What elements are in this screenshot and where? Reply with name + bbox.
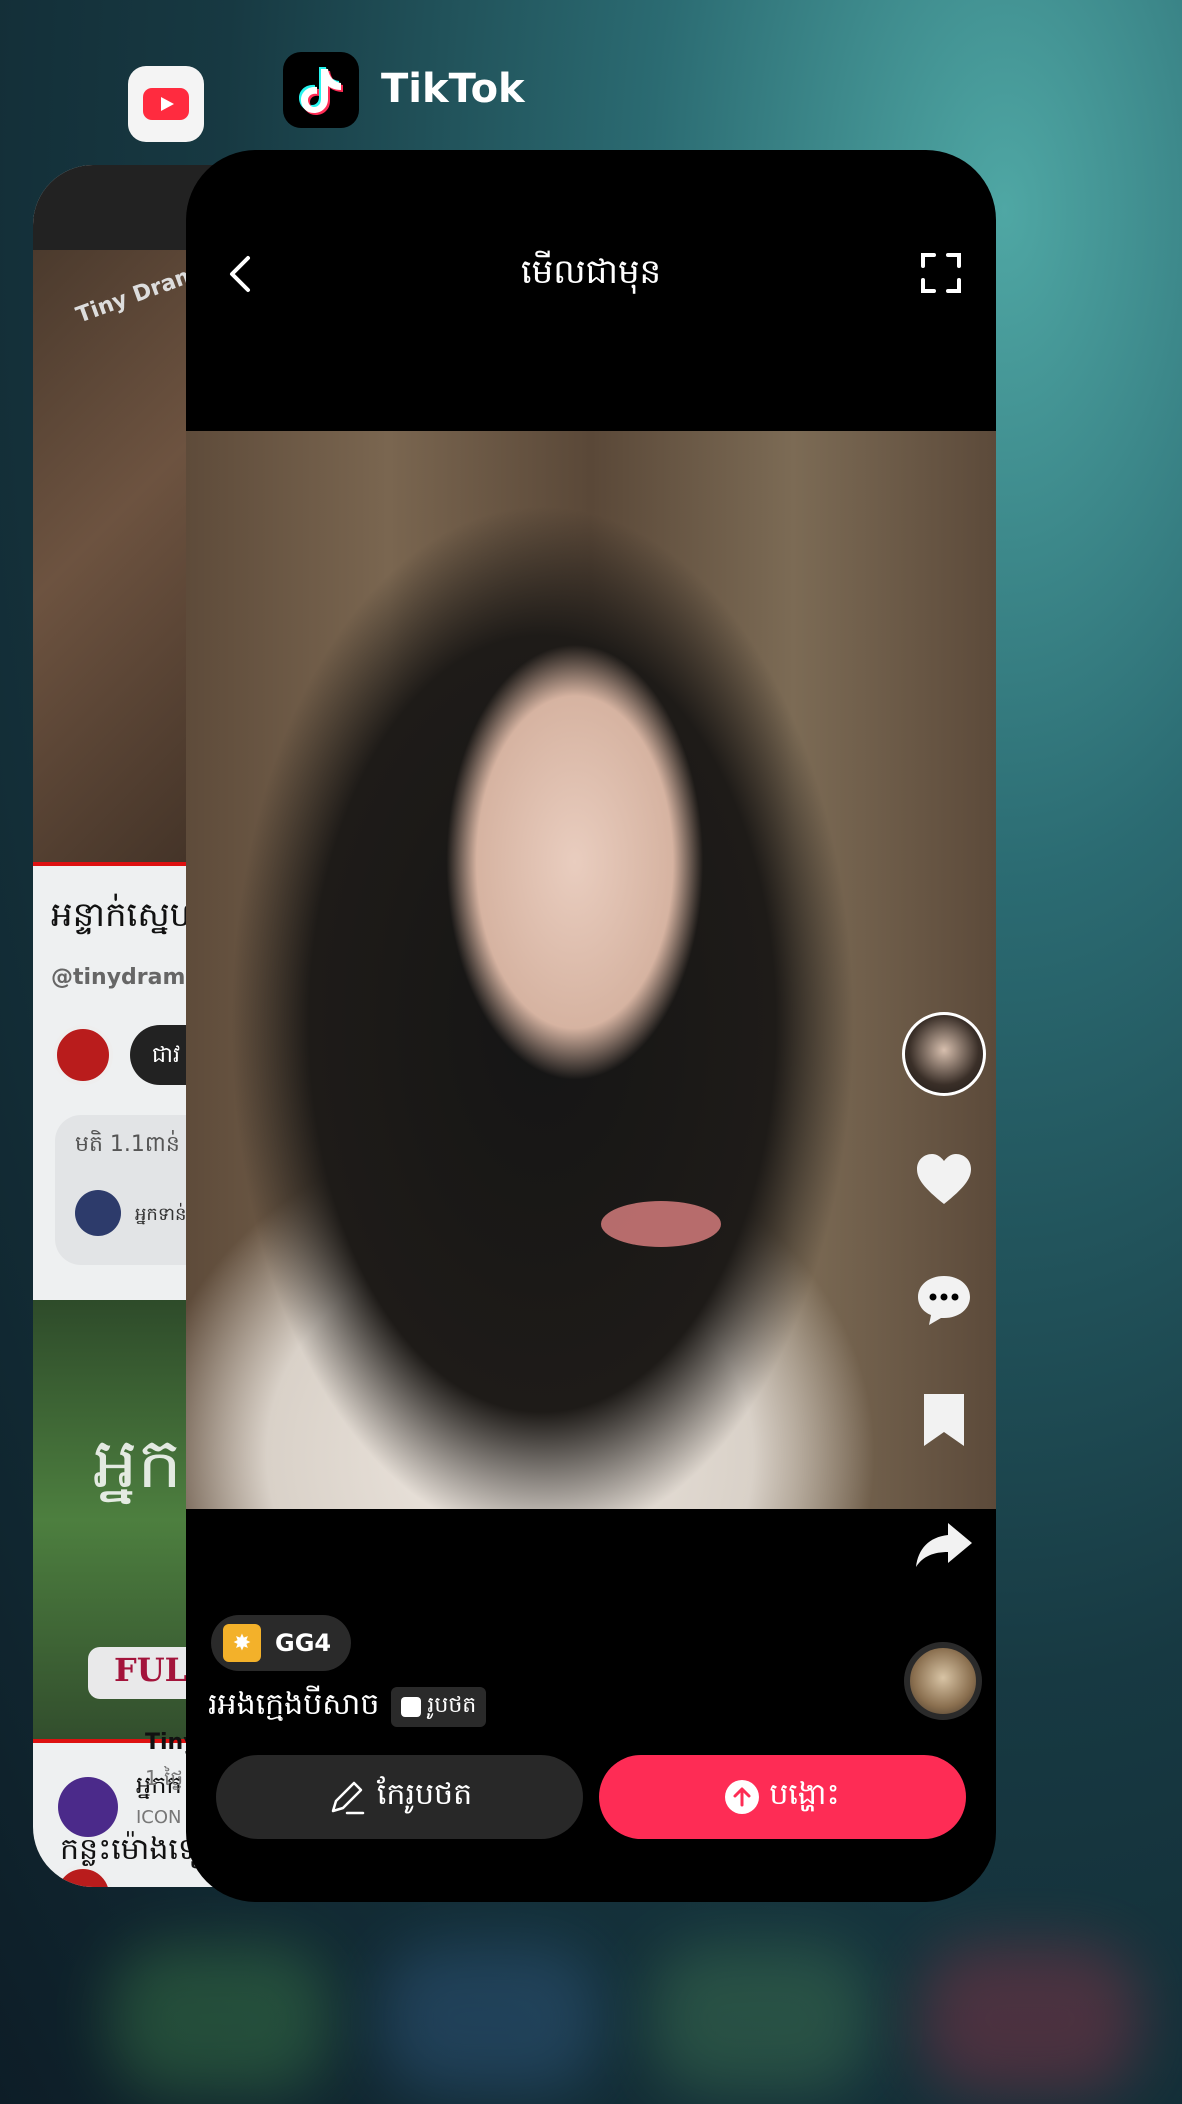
tiktok-app-card[interactable]: មើលជាមុន ✸ GG4 រអងក្មេងបីសាច រូបថត កែរូប… <box>186 150 996 1902</box>
dock-app-blur <box>650 1944 870 2094</box>
commenter-text: អ្នកទាន់ <box>135 1204 187 1225</box>
caption: រអងក្មេងបីសាច រូបថត <box>208 1685 487 1729</box>
commenter-avatar <box>75 1190 121 1236</box>
comment-icon[interactable] <box>914 1270 974 1330</box>
page-title: មើលជាមុន <box>520 252 662 292</box>
dock-blur <box>0 1884 1182 2104</box>
ad-channel-sub: ICON <box>136 1807 182 1828</box>
share-icon[interactable] <box>914 1515 974 1575</box>
dock-app-blur <box>920 1944 1140 2094</box>
sparkle-icon: ✸ <box>223 1624 261 1662</box>
next-video-title: កន្លះម៉ោងទៀ <box>60 1832 206 1867</box>
post-label: បង្ហោះ <box>769 1777 840 1812</box>
tiktok-icon[interactable] <box>283 52 359 128</box>
next-video-meta: 1 ថ្ងៃ <box>145 1766 184 1790</box>
pencil-icon <box>331 1781 365 1815</box>
preview-photo[interactable] <box>186 431 996 1509</box>
photo-icon <box>401 1697 422 1717</box>
bookmark-icon[interactable] <box>914 1390 974 1450</box>
fullscreen-icon[interactable] <box>920 252 962 294</box>
dock-app-blur <box>110 1944 330 2094</box>
dock-app-blur <box>380 1944 600 2094</box>
heart-icon[interactable] <box>914 1150 974 1210</box>
upload-icon <box>725 1780 760 1814</box>
channel-handle[interactable]: @tinydrama <box>51 965 200 990</box>
ad-channel-avatar[interactable] <box>58 1777 118 1837</box>
edit-photo-button[interactable]: កែរូបថត <box>216 1755 583 1839</box>
photo-tag-label: រូបថត <box>427 1693 477 1718</box>
youtube-icon[interactable] <box>128 66 204 142</box>
photo-detail <box>601 1201 721 1247</box>
photo-mode-badge: រូបថត <box>391 1687 487 1727</box>
effect-tag[interactable]: ✸ GG4 <box>211 1615 352 1671</box>
edit-photo-label: កែរូបថត <box>376 1777 473 1812</box>
creator-avatar[interactable] <box>902 1012 986 1096</box>
caption-text: រអងក្មេងបីសាច <box>208 1687 380 1722</box>
video-title: អន្ទាក់ស្នេហ <box>51 895 203 935</box>
music-disc[interactable] <box>904 1642 982 1720</box>
active-app-title: TikTok <box>381 66 525 112</box>
comments-count: មតិ 1.1ពាន់ <box>75 1132 180 1157</box>
effect-name: GG4 <box>275 1629 332 1657</box>
channel-avatar[interactable] <box>53 1025 113 1085</box>
post-button[interactable]: បង្ហោះ <box>599 1755 966 1839</box>
